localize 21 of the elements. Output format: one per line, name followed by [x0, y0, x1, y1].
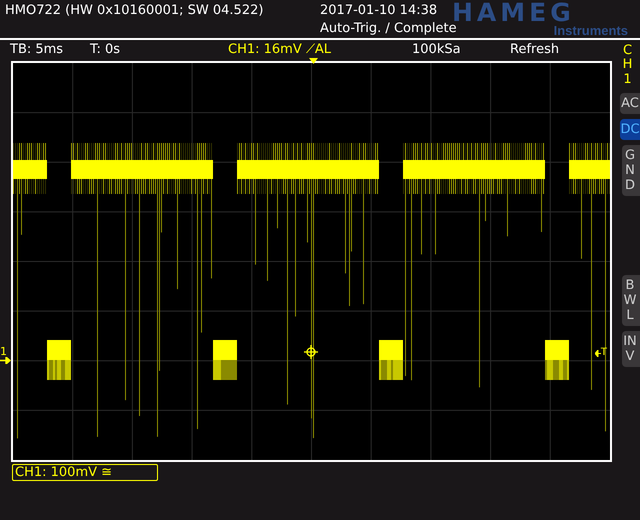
trigger-position-icon — [309, 58, 318, 64]
trigger-level-marker: T — [600, 347, 607, 359]
date-time: 2017-01-10 14:38 — [320, 3, 438, 19]
brand-subtitle: Instruments — [554, 23, 628, 38]
channel-label: CH1 — [622, 44, 634, 87]
status-value: T: 0s — [90, 41, 122, 59]
crosshair-icon — [304, 345, 318, 359]
device-info: HMO722 (HW 0x10160001; SW 04.522) — [5, 3, 264, 19]
coupling-button[interactable]: AC — [620, 92, 640, 114]
channel-marker: 1 — [0, 346, 8, 357]
coupling-button[interactable]: BWL — [622, 274, 640, 326]
arrow-icon — [0, 357, 11, 364]
status-value: 100kSa — [412, 41, 462, 59]
channel-setting: CH1: 16mV ⟋AL — [228, 41, 332, 59]
coupling-button[interactable]: DC — [620, 118, 640, 140]
channel-scale[interactable]: CH1: 100mV ≅ — [12, 464, 158, 481]
arrow-icon — [594, 350, 601, 356]
status-value: TB: 5ms — [10, 41, 64, 59]
coupling-button[interactable]: INV — [622, 330, 640, 367]
coupling-button[interactable]: GND — [622, 144, 640, 196]
status-value: Refresh — [510, 41, 560, 59]
